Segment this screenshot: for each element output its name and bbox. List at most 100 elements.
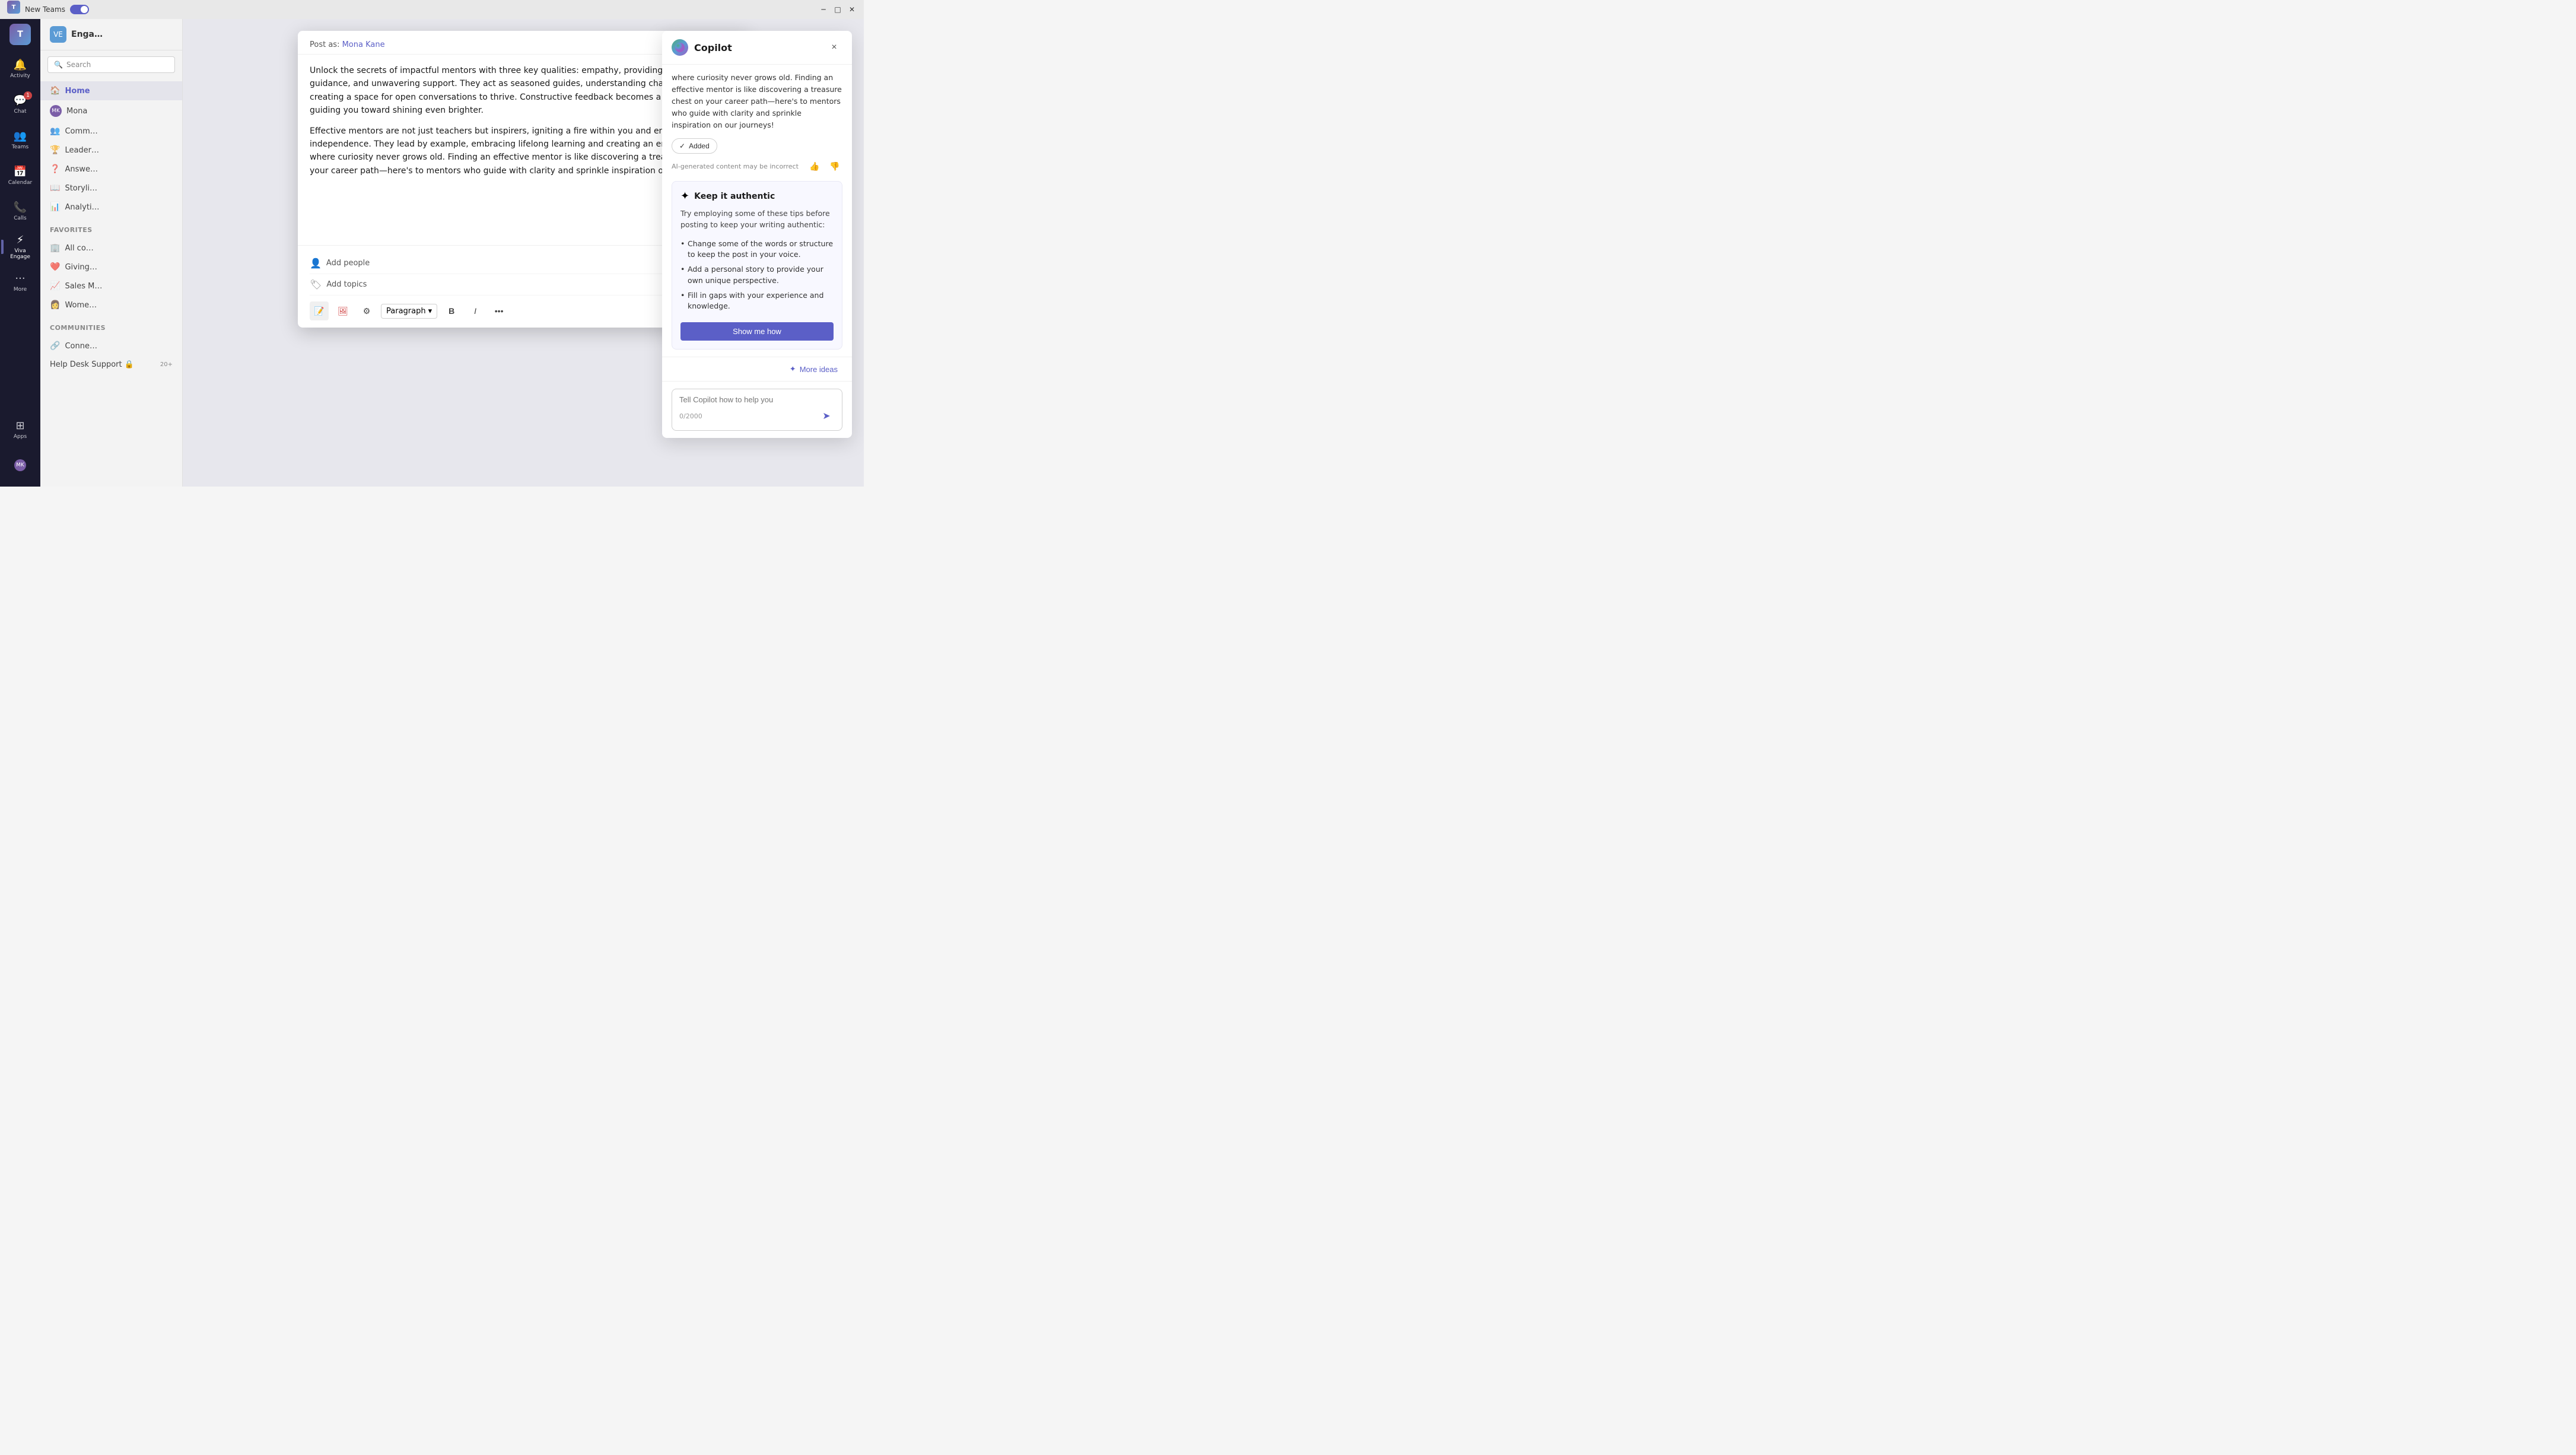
sidebar-label-activity: Activity [10,73,30,79]
giving-icon: ❤️ [50,262,60,272]
send-button[interactable]: ➤ [818,408,835,424]
nav-label-communities: Comm… [65,127,97,136]
nav-item-women[interactable]: 👩 Wome… [40,296,182,314]
toolbar-italic-btn[interactable]: I [466,301,485,320]
sidebar-item-apps[interactable]: ⊞ Apps [4,413,37,446]
nav-item-helpdesk[interactable]: Help Desk Support 🔒 20+ [40,355,182,374]
add-people-icon: 👤 [310,258,322,269]
nav-item-all-company[interactable]: 🏢 All co… [40,239,182,258]
nav-item-sales[interactable]: 📈 Sales M… [40,277,182,296]
more-ideas-button[interactable]: ✦ More ideas [785,362,842,376]
tip-intro: Try employing some of these tips before … [680,208,834,231]
nav-item-leadership[interactable]: 🏆 Leader… [40,141,182,160]
sidebar-item-chat[interactable]: 💬 Chat 1 [4,88,37,121]
sidebar-item-calendar[interactable]: 📅 Calendar [4,159,37,192]
copilot-input-wrapper: 0/2000 ➤ [672,389,842,431]
title-bar-left: T New Teams [7,1,89,18]
apps-icon: ⊞ [15,420,24,432]
toolbar-format-btn[interactable]: 📝 [310,301,329,320]
sidebar-label-calendar: Calendar [8,180,32,186]
nav-item-answers[interactable]: ❓ Answe… [40,160,182,179]
page-content: Post as: Mona Kane Unlock the secrets of… [183,19,864,487]
toolbar-emoji-btn[interactable]: ⚙ [357,301,376,320]
teams-icon: 👥 [14,130,27,142]
nav-label-giving: Giving… [65,263,97,272]
add-topics-label: Add topics [326,280,367,289]
sidebar-label-calls: Calls [14,215,27,221]
copilot-input-area: 0/2000 ➤ [662,381,852,438]
new-teams-toggle[interactable] [70,5,89,14]
toolbar-image-btn[interactable]: 🖼 [333,301,352,320]
tip-header: ✦ Keep it authentic [680,190,834,202]
toolbar-more-btn[interactable]: ••• [489,301,508,320]
nav-item-connect[interactable]: 🔗 Conne… [40,336,182,355]
nav-label-women: Wome… [65,301,97,310]
sidebar-item-more[interactable]: ··· More [4,266,37,299]
feedback-row: AI-generated content may be incorrect 👍 … [672,158,842,174]
copilot-input[interactable] [679,395,835,404]
activity-icon: 🔔 [14,59,27,71]
sidebar-item-avatar[interactable]: MK [4,449,37,482]
all-company-icon: 🏢 [50,243,60,253]
sidebar-item-activity[interactable]: 🔔 Activity [4,52,37,85]
engage-title: Enga… [71,30,103,39]
sidebar-label-apps: Apps [14,434,27,440]
thumbs-up-button[interactable]: 👍 [807,158,822,174]
copilot-close-button[interactable]: × [826,39,842,56]
maximize-button[interactable]: □ [833,5,842,14]
toolbar-paragraph-selector[interactable]: Paragraph ▾ [381,304,437,319]
window-controls[interactable]: ─ □ ✕ [819,5,857,14]
nav-panel-header: VE Enga… [40,19,182,50]
nav-item-communities[interactable]: 👥 Comm… [40,122,182,141]
copilot-input-footer: 0/2000 ➤ [679,408,835,424]
tip-list: Change some of the words or structure to… [680,237,834,314]
nav-label-sales: Sales M… [65,282,102,291]
chevron-down-icon: ▾ [428,307,432,316]
copilot-actions: ✓ Added [672,138,842,154]
tip-icon: ✦ [680,190,689,202]
nav-item-storyline[interactable]: 📖 Storyli… [40,179,182,198]
sidebar: T 🔔 Activity 💬 Chat 1 👥 Teams 📅 Calendar… [0,19,40,487]
nav-search[interactable]: 🔍 Search [47,56,175,73]
communities-header: Communities [40,317,182,334]
communities-list: 🔗 Conne… Help Desk Support 🔒 20+ [40,334,182,376]
copilot-logo [672,39,688,56]
toolbar-bold-btn[interactable]: B [442,301,461,320]
home-icon: 🏠 [50,86,60,96]
chat-badge: 1 [24,91,32,100]
sidebar-item-calls[interactable]: 📞 Calls [4,195,37,228]
favorites-list: 🏢 All co… ❤️ Giving… 📈 Sales M… 👩 Wome… [40,236,182,317]
nav-item-home[interactable]: 🏠 Home [40,81,182,100]
sales-icon: 📈 [50,281,60,291]
sparkle-icon: ✦ [790,364,796,374]
nav-label-answers: Answe… [65,165,98,174]
ai-disclaimer: AI-generated content may be incorrect [672,163,802,170]
mona-avatar: MK [50,105,62,117]
close-button[interactable]: ✕ [847,5,857,14]
sidebar-label-teams: Teams [12,144,28,150]
calls-icon: 📞 [14,201,27,214]
sidebar-label-more: More [14,287,27,293]
copilot-content: where curiosity never grows old. Finding… [662,65,852,357]
nav-item-giving[interactable]: ❤️ Giving… [40,258,182,277]
minimize-button[interactable]: ─ [819,5,828,14]
nav-label-helpdesk: Help Desk Support 🔒 [50,360,134,369]
copilot-panel: Copilot × where curiosity never grows ol… [662,31,852,438]
thumbs-down-button[interactable]: 👎 [827,158,842,174]
nav-item-mona[interactable]: MK Mona [40,100,182,122]
nav-label-storyline: Storyli… [65,184,97,193]
paragraph-label: Paragraph [386,307,426,316]
analytics-icon: 📊 [50,202,60,212]
sidebar-item-viva-engage[interactable]: ⚡ Viva Engage [4,230,37,263]
show-me-how-button[interactable]: Show me how [680,322,834,341]
sidebar-logo: T [9,24,31,45]
sidebar-item-teams[interactable]: 👥 Teams [4,123,37,157]
communities-icon: 👥 [50,126,60,136]
app-logo: T [7,1,20,14]
search-placeholder: Search [66,61,91,69]
post-as-name[interactable]: Mona Kane [342,40,385,49]
title-bar: T New Teams ─ □ ✕ [0,0,864,19]
added-button[interactable]: ✓ Added [672,138,717,154]
user-avatar: MK [14,459,26,471]
nav-item-analytics[interactable]: 📊 Analyti… [40,198,182,217]
